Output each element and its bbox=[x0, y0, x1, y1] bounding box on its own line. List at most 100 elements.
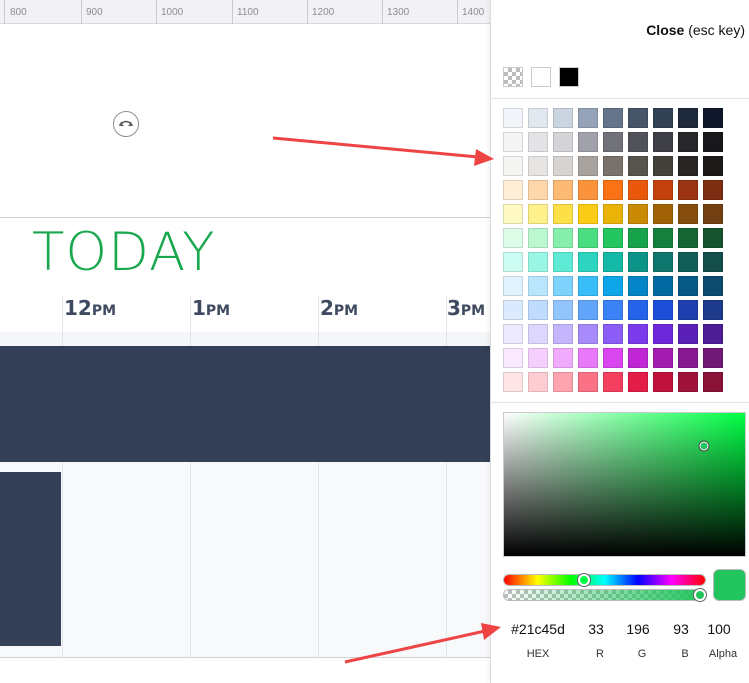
palette-swatch[interactable] bbox=[603, 108, 623, 128]
palette-swatch[interactable] bbox=[503, 228, 523, 248]
palette-swatch[interactable] bbox=[578, 252, 598, 272]
palette-swatch[interactable] bbox=[628, 180, 648, 200]
palette-swatch[interactable] bbox=[503, 276, 523, 296]
palette-swatch[interactable] bbox=[653, 372, 673, 392]
hour-label-2pm[interactable]: 2PM bbox=[320, 296, 358, 320]
palette-swatch[interactable] bbox=[703, 300, 723, 320]
palette-swatch[interactable] bbox=[528, 348, 548, 368]
palette-swatch[interactable] bbox=[553, 324, 573, 344]
palette-swatch[interactable] bbox=[528, 252, 548, 272]
palette-swatch[interactable] bbox=[528, 324, 548, 344]
hour-label-12pm[interactable]: 12PM bbox=[64, 296, 116, 320]
palette-swatch[interactable] bbox=[528, 372, 548, 392]
palette-swatch[interactable] bbox=[628, 228, 648, 248]
palette-swatch[interactable] bbox=[503, 300, 523, 320]
palette-swatch[interactable] bbox=[578, 228, 598, 248]
palette-swatch[interactable] bbox=[503, 132, 523, 152]
red-input[interactable] bbox=[576, 620, 616, 638]
rotate-handle[interactable] bbox=[113, 111, 139, 137]
palette-swatch[interactable] bbox=[703, 252, 723, 272]
hex-input[interactable] bbox=[507, 620, 569, 638]
palette-swatch[interactable] bbox=[553, 228, 573, 248]
palette-swatch[interactable] bbox=[703, 180, 723, 200]
palette-swatch[interactable] bbox=[703, 156, 723, 176]
hue-slider-handle[interactable] bbox=[578, 574, 591, 586]
palette-swatch[interactable] bbox=[628, 108, 648, 128]
palette-swatch[interactable] bbox=[528, 276, 548, 296]
palette-swatch[interactable] bbox=[553, 348, 573, 368]
palette-swatch[interactable] bbox=[653, 276, 673, 296]
palette-swatch[interactable] bbox=[603, 156, 623, 176]
transparent-swatch[interactable] bbox=[503, 67, 523, 87]
hour-label-1pm[interactable]: 1PM bbox=[192, 296, 230, 320]
palette-swatch[interactable] bbox=[628, 300, 648, 320]
palette-swatch[interactable] bbox=[553, 252, 573, 272]
palette-swatch[interactable] bbox=[703, 348, 723, 368]
palette-swatch[interactable] bbox=[528, 108, 548, 128]
today-heading[interactable]: TODAY bbox=[32, 222, 216, 283]
palette-swatch[interactable] bbox=[678, 204, 698, 224]
palette-swatch[interactable] bbox=[503, 108, 523, 128]
palette-swatch[interactable] bbox=[653, 132, 673, 152]
palette-swatch[interactable] bbox=[628, 324, 648, 344]
palette-swatch[interactable] bbox=[553, 276, 573, 296]
palette-swatch[interactable] bbox=[703, 108, 723, 128]
palette-swatch[interactable] bbox=[578, 180, 598, 200]
palette-swatch[interactable] bbox=[678, 108, 698, 128]
palette-swatch[interactable] bbox=[578, 204, 598, 224]
black-swatch[interactable] bbox=[559, 67, 579, 87]
palette-swatch[interactable] bbox=[503, 372, 523, 392]
palette-swatch[interactable] bbox=[653, 228, 673, 248]
palette-swatch[interactable] bbox=[553, 204, 573, 224]
hue-slider[interactable] bbox=[503, 574, 706, 586]
horizontal-ruler[interactable]: 800 900 1000 1100 1200 1300 1400 bbox=[0, 0, 490, 24]
palette-swatch[interactable] bbox=[703, 204, 723, 224]
palette-swatch[interactable] bbox=[703, 324, 723, 344]
palette-swatch[interactable] bbox=[553, 156, 573, 176]
palette-swatch[interactable] bbox=[678, 132, 698, 152]
palette-swatch[interactable] bbox=[628, 348, 648, 368]
dark-band-shape[interactable] bbox=[0, 346, 490, 462]
palette-swatch[interactable] bbox=[628, 132, 648, 152]
palette-swatch[interactable] bbox=[553, 300, 573, 320]
palette-swatch[interactable] bbox=[653, 156, 673, 176]
saturation-value-area[interactable] bbox=[503, 412, 746, 557]
white-swatch[interactable] bbox=[531, 67, 551, 87]
green-input[interactable] bbox=[618, 620, 658, 638]
palette-swatch[interactable] bbox=[678, 252, 698, 272]
palette-swatch[interactable] bbox=[578, 276, 598, 296]
palette-swatch[interactable] bbox=[703, 132, 723, 152]
hour-label-3pm[interactable]: 3PM bbox=[447, 296, 485, 320]
palette-swatch[interactable] bbox=[653, 204, 673, 224]
palette-swatch[interactable] bbox=[678, 180, 698, 200]
palette-swatch[interactable] bbox=[703, 228, 723, 248]
palette-swatch[interactable] bbox=[578, 372, 598, 392]
palette-swatch[interactable] bbox=[603, 132, 623, 152]
schedule-grid[interactable] bbox=[0, 462, 490, 658]
palette-swatch[interactable] bbox=[653, 180, 673, 200]
palette-swatch[interactable] bbox=[653, 300, 673, 320]
palette-swatch[interactable] bbox=[628, 156, 648, 176]
palette-swatch[interactable] bbox=[578, 132, 598, 152]
palette-swatch[interactable] bbox=[503, 180, 523, 200]
palette-swatch[interactable] bbox=[603, 348, 623, 368]
blue-input[interactable] bbox=[661, 620, 701, 638]
palette-swatch[interactable] bbox=[603, 180, 623, 200]
palette-swatch[interactable] bbox=[528, 228, 548, 248]
palette-swatch[interactable] bbox=[653, 348, 673, 368]
palette-swatch[interactable] bbox=[628, 276, 648, 296]
palette-swatch[interactable] bbox=[678, 372, 698, 392]
palette-swatch[interactable] bbox=[678, 228, 698, 248]
palette-swatch[interactable] bbox=[528, 132, 548, 152]
palette-swatch[interactable] bbox=[503, 324, 523, 344]
palette-swatch[interactable] bbox=[528, 180, 548, 200]
saturation-value-handle[interactable] bbox=[699, 441, 709, 451]
palette-swatch[interactable] bbox=[628, 372, 648, 392]
palette-swatch[interactable] bbox=[628, 252, 648, 272]
palette-swatch[interactable] bbox=[528, 300, 548, 320]
palette-swatch[interactable] bbox=[603, 252, 623, 272]
palette-swatch[interactable] bbox=[678, 300, 698, 320]
palette-swatch[interactable] bbox=[553, 108, 573, 128]
palette-swatch[interactable] bbox=[528, 204, 548, 224]
palette-swatch[interactable] bbox=[678, 156, 698, 176]
